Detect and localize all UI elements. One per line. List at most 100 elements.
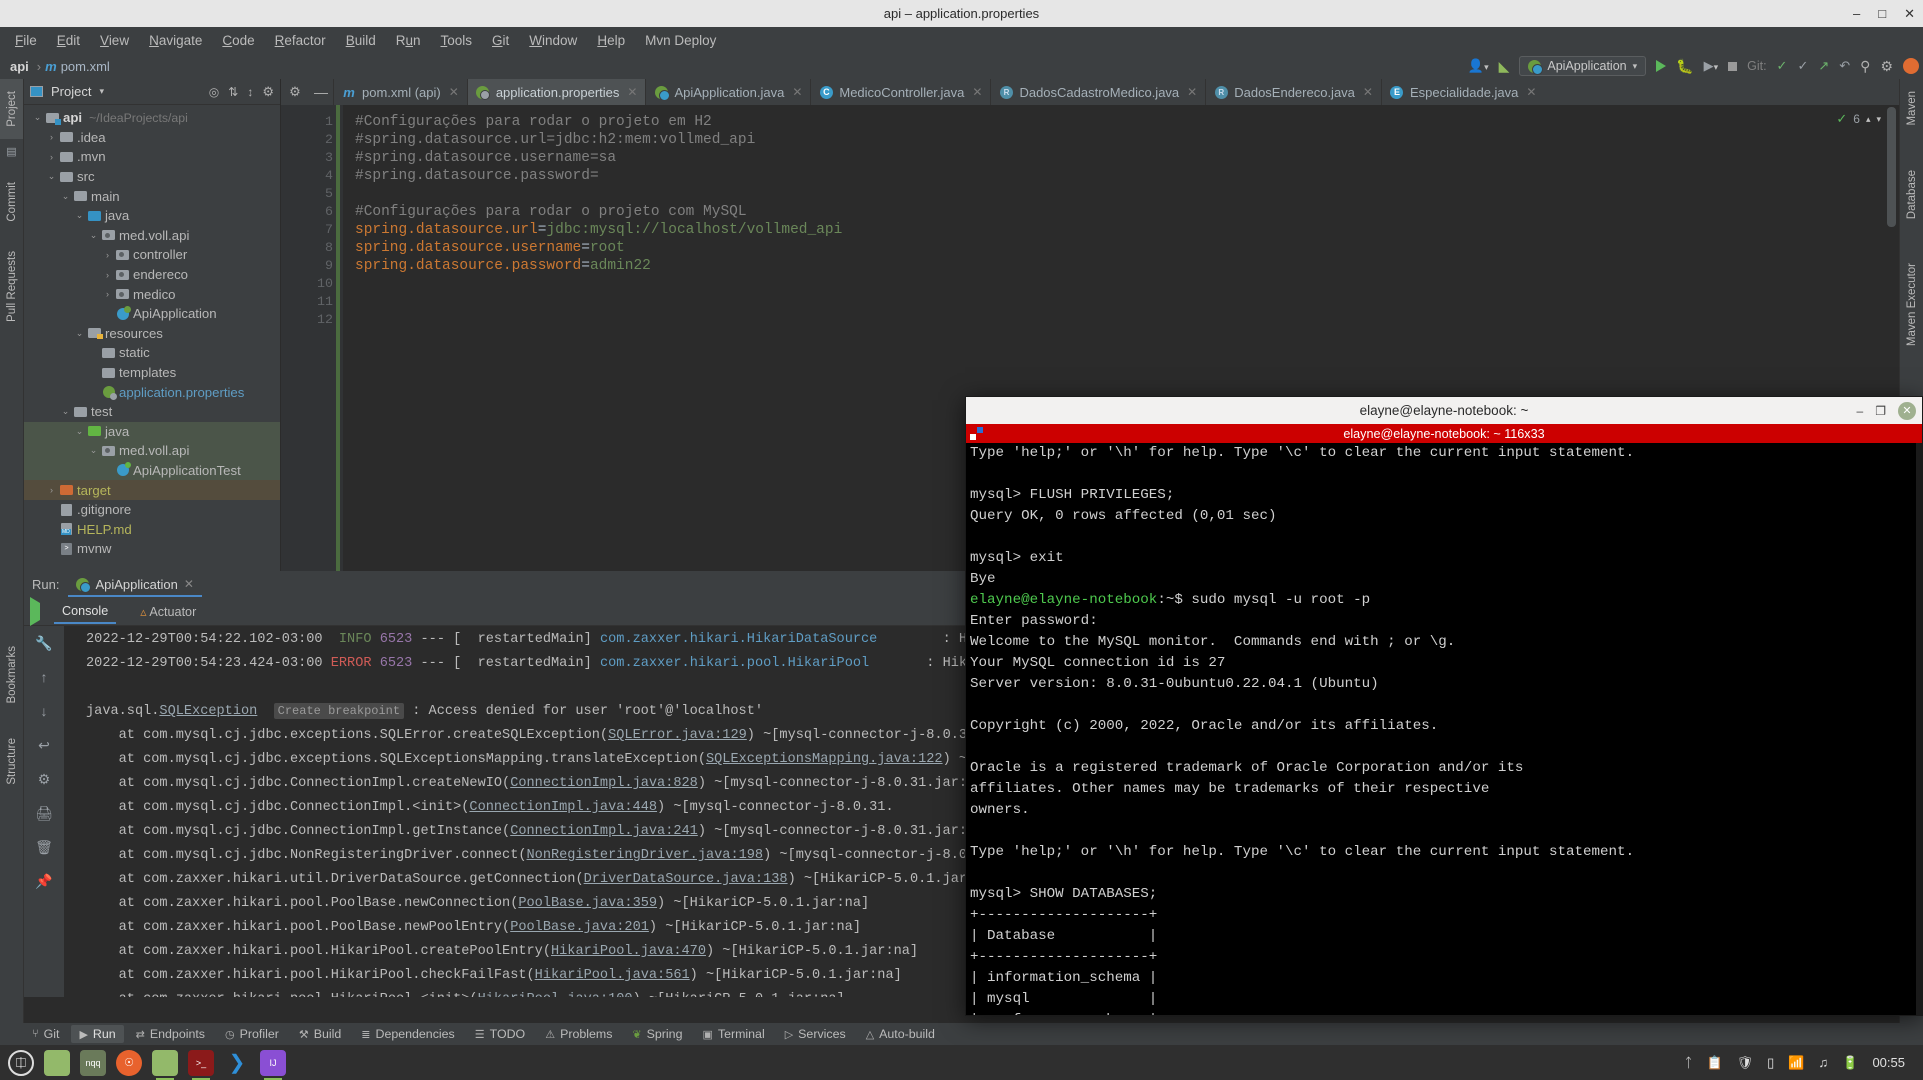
menu-item-refactor[interactable]: Refactor xyxy=(266,30,335,51)
soft-wrap-icon[interactable]: ↩ xyxy=(24,728,64,762)
tree-node[interactable]: ⌄ java xyxy=(24,421,280,442)
run-subtab-console[interactable]: Console xyxy=(54,600,117,624)
menu-item-file[interactable]: File xyxy=(6,30,46,51)
shield-icon[interactable]: 🛡 xyxy=(1737,1055,1754,1071)
code-line[interactable]: #Configurações para rodar o projeto com … xyxy=(355,204,747,220)
chevron-down-icon[interactable]: ⌄ xyxy=(31,112,44,123)
console-line[interactable]: at com.mysql.cj.jdbc.ConnectionImpl.getI… xyxy=(86,824,976,839)
menu-item-code[interactable]: Code xyxy=(213,30,263,51)
bottom-tab-git[interactable]: ⑂ Git xyxy=(24,1025,67,1043)
tree-node[interactable]: › .idea xyxy=(24,128,280,148)
stacktrace-link[interactable]: PoolBase.java:201 xyxy=(510,920,649,935)
code-line[interactable]: spring.datasource.password=admin22 xyxy=(355,258,651,274)
code-line[interactable]: #spring.datasource.username=sa xyxy=(355,150,616,166)
stop-button[interactable] xyxy=(1728,61,1738,71)
menu-item-build[interactable]: Build xyxy=(337,30,385,51)
gear-icon[interactable]: ⚙ xyxy=(281,79,309,105)
intellij-icon[interactable]: IJ xyxy=(260,1049,286,1080)
tree-node[interactable]: › medico xyxy=(24,284,280,304)
close-icon[interactable]: ✕ xyxy=(1363,85,1373,99)
bottom-tab-problems[interactable]: ⚠ Problems xyxy=(537,1025,620,1043)
editor-tab-pom-xml-api[interactable]: m pom.xml (api) ✕ xyxy=(333,79,467,105)
code-line[interactable]: #Configurações para rodar o projeto em H… xyxy=(355,114,712,130)
menu-item-mvn-deploy[interactable]: Mvn Deploy xyxy=(636,30,725,51)
bottom-tab-services[interactable]: ▷ Services xyxy=(777,1025,854,1043)
stacktrace-link[interactable]: ConnectionImpl.java:828 xyxy=(510,776,698,791)
chevron-down-icon[interactable]: ⌄ xyxy=(59,191,72,202)
files-icon[interactable] xyxy=(44,1049,70,1076)
run-configuration-selector[interactable]: ApiApplication ▾ xyxy=(1519,56,1647,76)
expand-all-icon[interactable]: ⇅ xyxy=(228,85,238,99)
tree-node[interactable]: › controller xyxy=(24,245,280,265)
music-icon[interactable]: ♫ xyxy=(1819,1055,1829,1070)
tree-node[interactable]: ⌄ src xyxy=(24,167,280,187)
debug-button[interactable]: 🐛 xyxy=(1676,58,1693,75)
terminal-output[interactable]: Type 'help;' or '\h' for help. Type '\c'… xyxy=(966,443,1922,1015)
editor-tab-especialidade-java[interactable]: E Especialidade.java ✕ xyxy=(1380,79,1544,105)
tree-node[interactable]: static xyxy=(24,343,280,363)
settings-icon[interactable]: ⚙ xyxy=(24,762,64,796)
window-maximize-button[interactable]: □ xyxy=(1878,6,1886,21)
menu-item-view[interactable]: View xyxy=(91,30,138,51)
stacktrace-link[interactable]: HikariPool.java:100 xyxy=(478,992,633,997)
console-line[interactable]: java.sql.SQLException Create breakpoint … xyxy=(86,703,763,719)
sidebar-item-pull-requests[interactable]: Pull Requests xyxy=(0,239,23,334)
chevron-right-icon[interactable]: › xyxy=(45,152,58,162)
console-line[interactable]: at com.mysql.cj.jdbc.ConnectionImpl.crea… xyxy=(86,776,976,791)
tree-node[interactable]: ApiApplication xyxy=(24,304,280,324)
sidebar-item-structure[interactable]: Structure xyxy=(0,726,23,797)
tree-node[interactable]: › endereco xyxy=(24,265,280,285)
menu-item-tools[interactable]: Tools xyxy=(432,30,482,51)
editor-tab-dadoscadastromedico-java[interactable]: R DadosCadastroMedico.java ✕ xyxy=(990,79,1205,105)
editor-tab-application-properties[interactable]: application.properties ✕ xyxy=(466,79,646,105)
git-commit-icon[interactable]: ✓ xyxy=(1797,58,1808,74)
console-line[interactable]: 2022-12-29T00:54:22.102-03:00 INFO 6523 … xyxy=(86,632,983,647)
console-line[interactable]: at com.mysql.cj.jdbc.NonRegisteringDrive… xyxy=(86,848,976,863)
search-icon[interactable]: ⚲ xyxy=(1860,58,1870,75)
usb-icon[interactable]: ▯ xyxy=(1767,1055,1774,1071)
stacktrace-link[interactable]: ConnectionImpl.java:241 xyxy=(510,824,698,839)
window-close-button[interactable]: ✕ xyxy=(1904,6,1915,22)
folder-icon[interactable] xyxy=(152,1049,178,1080)
chevron-down-icon[interactable]: ⌄ xyxy=(73,210,86,221)
close-icon[interactable]: ✕ xyxy=(449,85,459,99)
stacktrace-link[interactable]: HikariPool.java:561 xyxy=(535,968,690,983)
gear-icon[interactable]: ⚙ xyxy=(262,84,274,100)
chevron-down-icon[interactable]: ⌄ xyxy=(59,406,72,417)
nqq-icon[interactable]: nqq xyxy=(80,1049,106,1076)
close-icon[interactable]: ✕ xyxy=(627,85,637,99)
stacktrace-link[interactable]: ConnectionImpl.java:448 xyxy=(469,800,657,815)
tree-node[interactable]: ⌄ java xyxy=(24,206,280,226)
inspection-status[interactable]: ✓ 6 ▴ ▾ xyxy=(1836,111,1881,127)
menu-item-git[interactable]: Git xyxy=(483,30,518,51)
chevron-right-icon[interactable]: › xyxy=(101,250,114,260)
chevron-down-icon[interactable]: ⌄ xyxy=(45,171,58,182)
mint-menu-icon[interactable]: ⎅ xyxy=(8,1049,34,1076)
console-line[interactable]: at com.zaxxer.hikari.pool.HikariPool.<in… xyxy=(86,992,845,997)
vscode-icon[interactable]: ❯ xyxy=(224,1050,250,1076)
tree-node[interactable]: ⌄ main xyxy=(24,186,280,206)
sidebar-item-commit[interactable]: Commit xyxy=(0,170,23,234)
bottom-tab-terminal[interactable]: ▣ Terminal xyxy=(694,1025,772,1043)
wifi-icon[interactable]: 📶 xyxy=(1788,1055,1804,1071)
wrench-icon[interactable]: 🔧 xyxy=(24,626,64,660)
console-line[interactable]: at com.zaxxer.hikari.pool.HikariPool.cre… xyxy=(86,944,918,959)
run-tab-apiapplication[interactable]: ApiApplication ✕ xyxy=(68,573,202,597)
code-line[interactable]: #spring.datasource.url=jdbc:h2:mem:vollm… xyxy=(355,132,755,148)
menu-item-edit[interactable]: Edit xyxy=(48,30,89,51)
tree-node[interactable]: ⌄ med.voll.api xyxy=(24,441,280,461)
target-icon[interactable]: ◎ xyxy=(209,85,219,99)
clock[interactable]: 00:55 xyxy=(1872,1055,1905,1070)
tree-node[interactable]: application.properties xyxy=(24,382,280,402)
sidebar-item-database[interactable]: Database xyxy=(1900,158,1923,231)
console-line[interactable]: 2022-12-29T00:54:23.424-03:00 ERROR 6523… xyxy=(86,656,967,671)
sidebar-item-maven-executor[interactable]: Maven Executor xyxy=(1900,251,1923,358)
coverage-button[interactable]: ▶▾ xyxy=(1704,58,1719,74)
bottom-tab-endpoints[interactable]: ⇄ Endpoints xyxy=(128,1025,213,1043)
chevron-down-icon[interactable]: ⌄ xyxy=(73,426,86,437)
chevron-down-icon[interactable]: ⌄ xyxy=(87,445,100,456)
tree-node[interactable]: › target xyxy=(24,480,280,500)
console-line[interactable]: at com.mysql.cj.jdbc.exceptions.SQLExcep… xyxy=(86,752,976,767)
tree-node[interactable]: ⌄ test xyxy=(24,402,280,422)
bottom-tab-spring[interactable]: ❦ Spring xyxy=(624,1025,690,1043)
